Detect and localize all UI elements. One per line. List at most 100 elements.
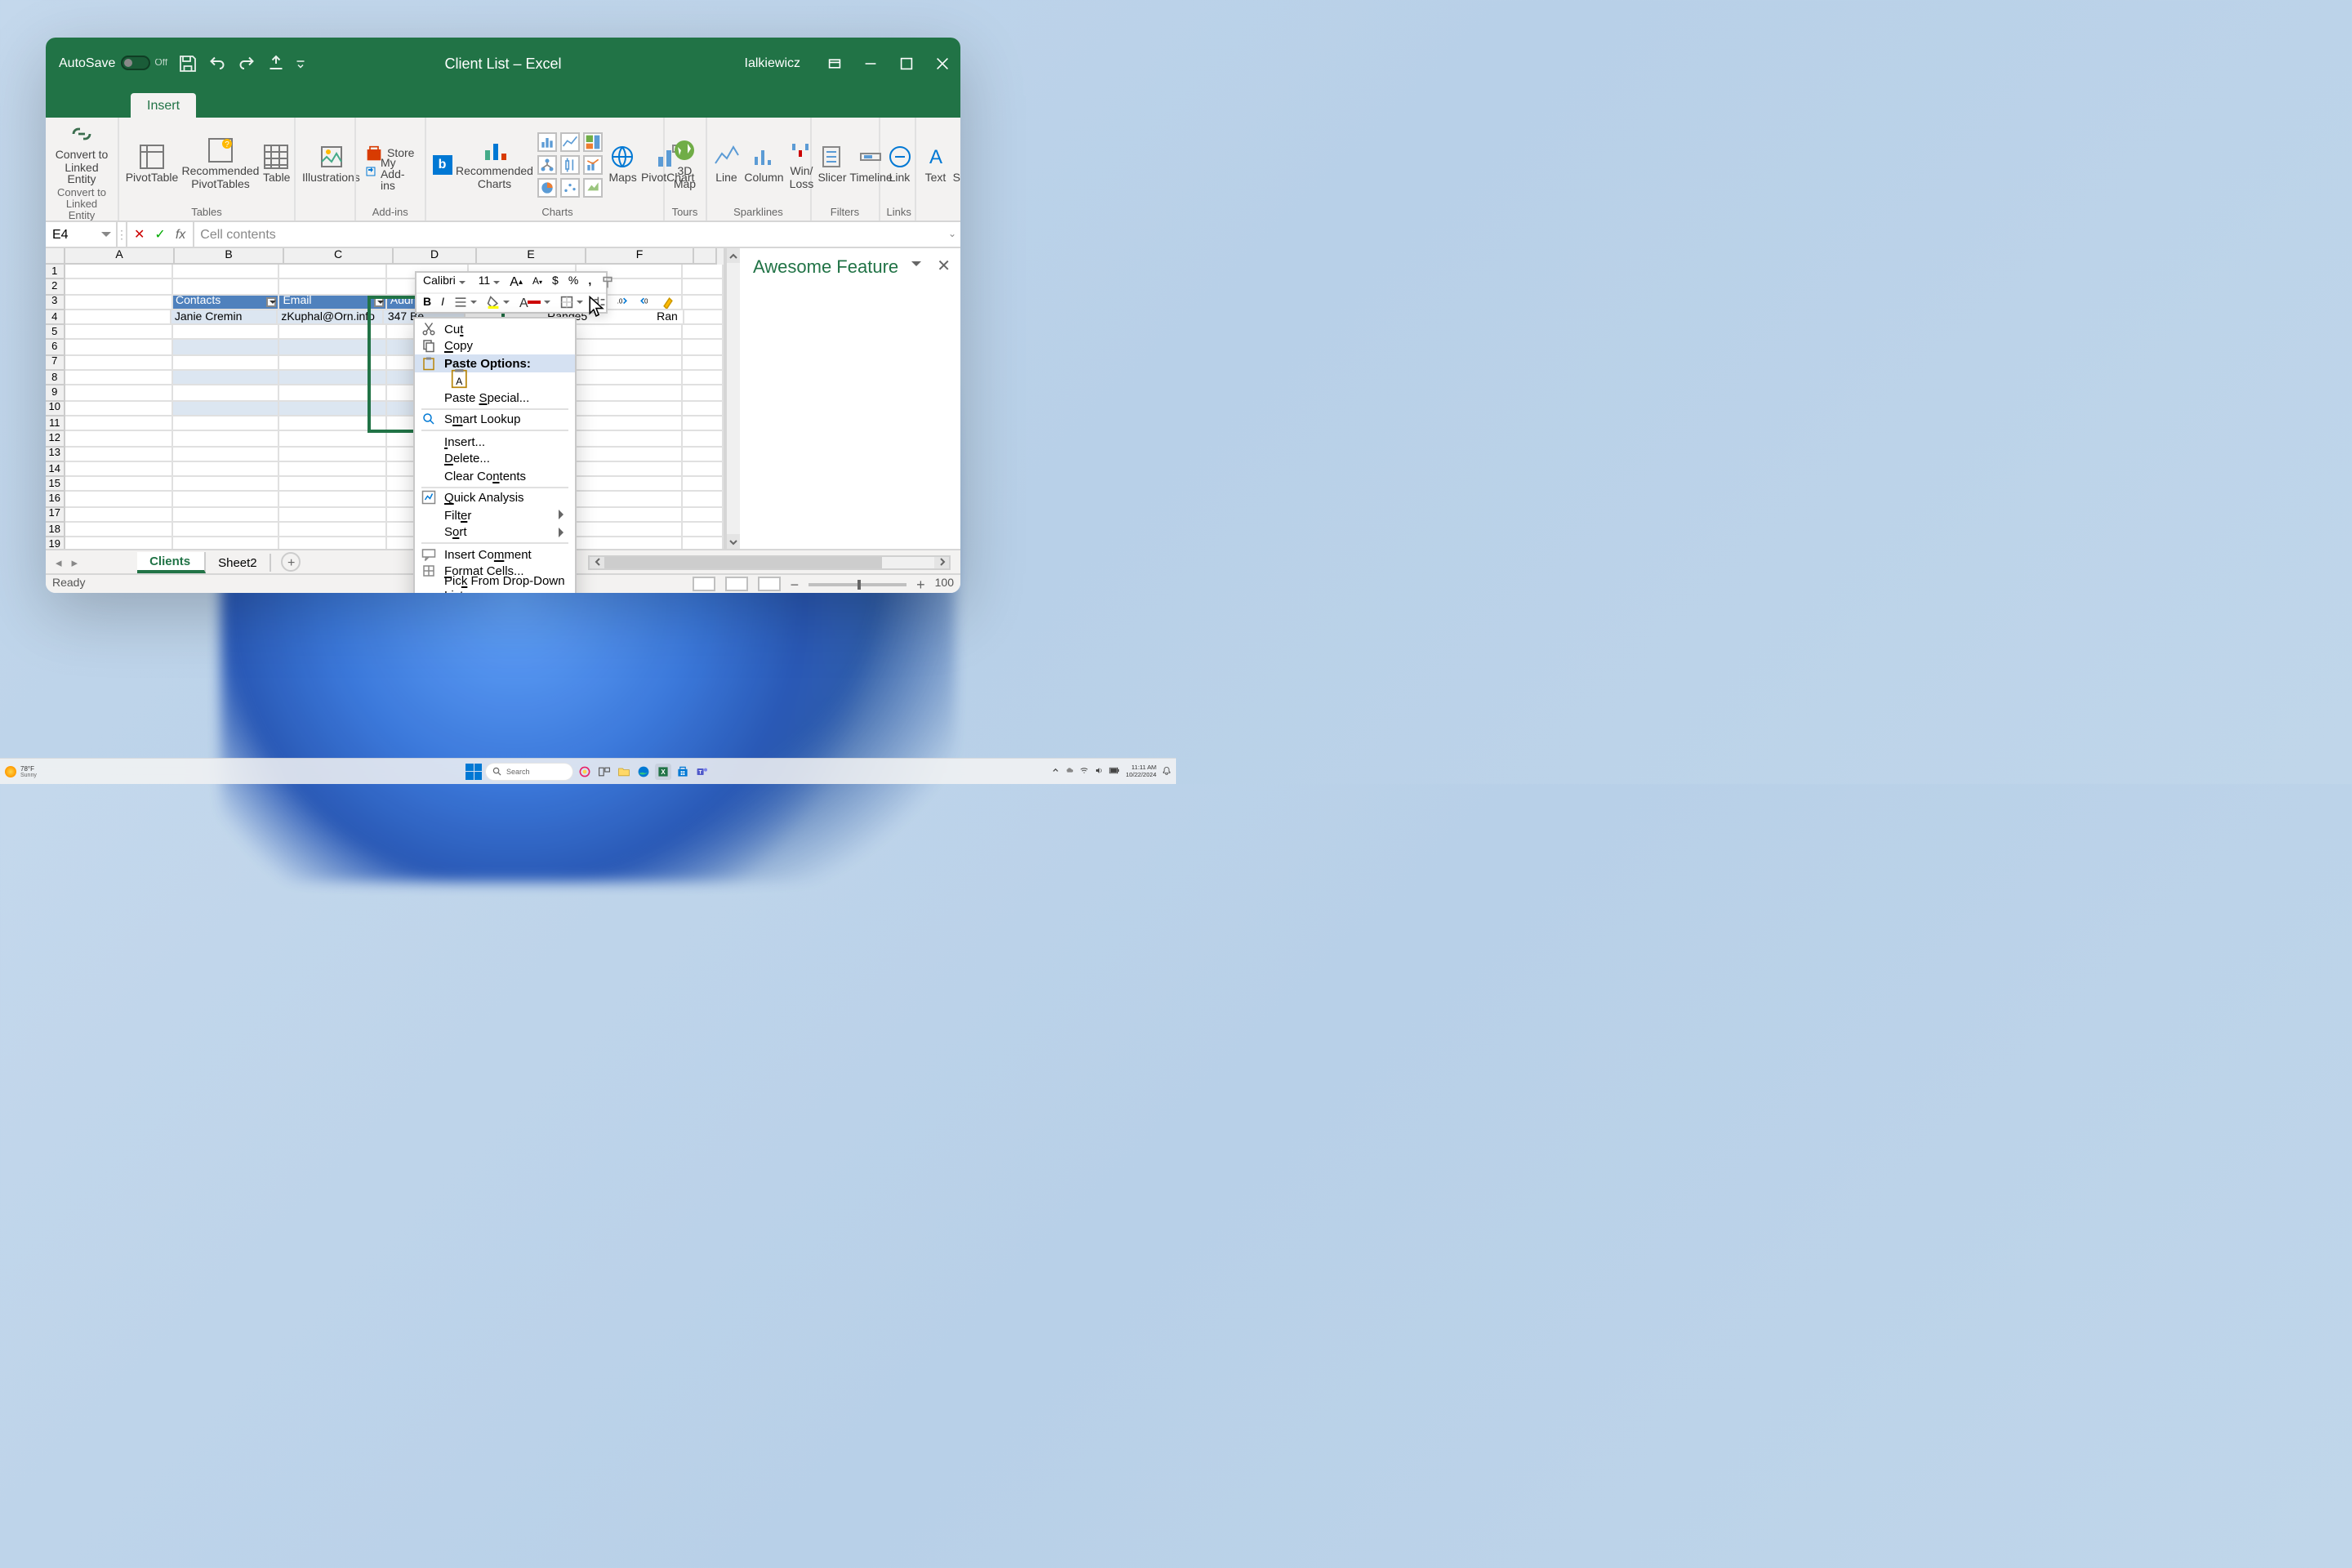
illustrations-button[interactable]: Illustrations	[302, 143, 360, 185]
cell[interactable]	[279, 386, 386, 402]
name-box[interactable]: E4	[46, 222, 118, 247]
cell[interactable]: Contacts	[172, 295, 279, 310]
cell[interactable]	[279, 325, 386, 341]
redo-icon[interactable]	[236, 53, 256, 73]
convert-linked-entity-button[interactable]: Convert to Linked Entity	[52, 121, 111, 188]
cell[interactable]	[684, 416, 724, 432]
cell[interactable]	[684, 432, 724, 448]
col-header-f[interactable]: F	[586, 248, 694, 265]
vertical-scrollbar[interactable]	[725, 248, 740, 549]
hscroll-thumb[interactable]	[604, 556, 882, 568]
grow-font-icon[interactable]: A▴	[506, 272, 526, 292]
cell[interactable]	[576, 356, 683, 372]
cell[interactable]	[576, 386, 683, 402]
cell[interactable]	[576, 325, 683, 341]
page-layout-view-icon[interactable]	[725, 577, 748, 591]
statistic-chart-icon[interactable]	[559, 154, 579, 174]
cell[interactable]	[65, 295, 172, 310]
bing-icon[interactable]: b	[432, 154, 452, 174]
cm-sort[interactable]: Sort	[415, 523, 575, 541]
page-break-view-icon[interactable]	[758, 577, 781, 591]
cell[interactable]	[576, 508, 683, 523]
horizontal-scrollbar[interactable]	[588, 555, 951, 569]
cell[interactable]	[684, 386, 724, 402]
cell[interactable]	[576, 432, 683, 448]
cell[interactable]	[576, 447, 683, 462]
cancel-formula-icon[interactable]: ✕	[134, 227, 145, 242]
cell[interactable]	[684, 325, 724, 341]
save-icon[interactable]	[177, 53, 197, 73]
row-header[interactable]: 2	[46, 280, 65, 296]
charts-gallery[interactable]	[537, 131, 602, 197]
mini-font-name[interactable]: Calibri	[420, 272, 469, 292]
symbols-button[interactable]: ΩSymbols	[955, 143, 960, 185]
cell[interactable]	[172, 447, 279, 462]
cm-pick-dropdown[interactable]: Pick From Drop-Down List...	[415, 580, 575, 593]
cm-smart-lookup[interactable]: Smart Lookup	[415, 411, 575, 428]
sheet-next-icon[interactable]: ▸	[72, 555, 78, 569]
cell[interactable]	[279, 280, 386, 296]
comma-format-icon[interactable]: ,	[585, 272, 595, 292]
scroll-up-icon[interactable]	[727, 248, 740, 263]
cm-cut[interactable]: Cut	[415, 320, 575, 337]
cell[interactable]	[279, 523, 386, 538]
treemap-icon[interactable]	[582, 131, 602, 151]
increase-decimal-icon[interactable]: .0	[613, 293, 633, 311]
cell[interactable]: zKuphal@Orn.info	[278, 310, 384, 326]
cell[interactable]	[65, 416, 172, 432]
hierarchy-chart-icon[interactable]	[537, 154, 556, 174]
cm-paste-options[interactable]: Paste Options:	[415, 354, 575, 372]
cell[interactable]	[684, 462, 724, 478]
row-header[interactable]: 19	[46, 538, 65, 549]
cell[interactable]	[684, 492, 724, 508]
fx-icon[interactable]: fx	[176, 227, 185, 242]
cell[interactable]	[65, 401, 172, 416]
cell[interactable]	[172, 492, 279, 508]
text-button[interactable]: AText	[922, 143, 948, 185]
cell[interactable]	[65, 341, 172, 356]
cm-clear-contents[interactable]: Clear Contents	[415, 467, 575, 484]
format-painter-icon[interactable]	[598, 272, 617, 292]
cm-insert-comment[interactable]: Insert Comment	[415, 546, 575, 563]
cm-paste-special[interactable]: Paste Special...	[415, 389, 575, 406]
name-box-expand-icon[interactable]: ⋮	[118, 222, 127, 247]
cell[interactable]	[172, 356, 279, 372]
col-header-e[interactable]: E	[477, 248, 586, 265]
cell[interactable]	[576, 341, 683, 356]
close-button[interactable]	[924, 38, 960, 88]
row-header[interactable]: 12	[46, 432, 65, 448]
cell[interactable]: Email	[279, 295, 386, 310]
cell[interactable]	[65, 386, 172, 402]
row-header[interactable]: 18	[46, 523, 65, 538]
cell[interactable]	[576, 492, 683, 508]
formula-input[interactable]: Cell contents	[194, 227, 944, 242]
cell[interactable]	[172, 371, 279, 386]
cell[interactable]	[279, 462, 386, 478]
tab-insert[interactable]: Insert	[131, 93, 196, 118]
cell[interactable]	[576, 538, 683, 549]
row-header[interactable]: 10	[46, 401, 65, 416]
cm-delete[interactable]: Delete...	[415, 450, 575, 467]
cell[interactable]	[279, 447, 386, 462]
column-chart-icon[interactable]	[537, 131, 556, 151]
accounting-format-icon[interactable]: $	[549, 272, 562, 292]
format-painter-small-icon[interactable]	[659, 293, 679, 311]
cell[interactable]	[279, 432, 386, 448]
pivottable-button[interactable]: PivotTable	[126, 143, 178, 185]
row-header[interactable]: 15	[46, 477, 65, 492]
slicer-button[interactable]: Slicer	[817, 143, 846, 185]
filter-dropdown-icon[interactable]	[374, 296, 384, 306]
scatter-chart-icon[interactable]	[559, 177, 579, 197]
cell[interactable]	[65, 310, 171, 326]
bold-icon[interactable]: B	[420, 293, 434, 311]
cell[interactable]	[172, 508, 279, 523]
new-sheet-button[interactable]: +	[282, 552, 301, 572]
ribbon-display-options-icon[interactable]	[817, 38, 853, 88]
row-header[interactable]: 4	[46, 310, 65, 326]
cell[interactable]	[684, 401, 724, 416]
cell[interactable]	[576, 416, 683, 432]
hscroll-right-icon[interactable]	[934, 556, 949, 568]
cell[interactable]	[576, 477, 683, 492]
cell[interactable]	[684, 265, 724, 280]
row-header[interactable]: 16	[46, 492, 65, 508]
